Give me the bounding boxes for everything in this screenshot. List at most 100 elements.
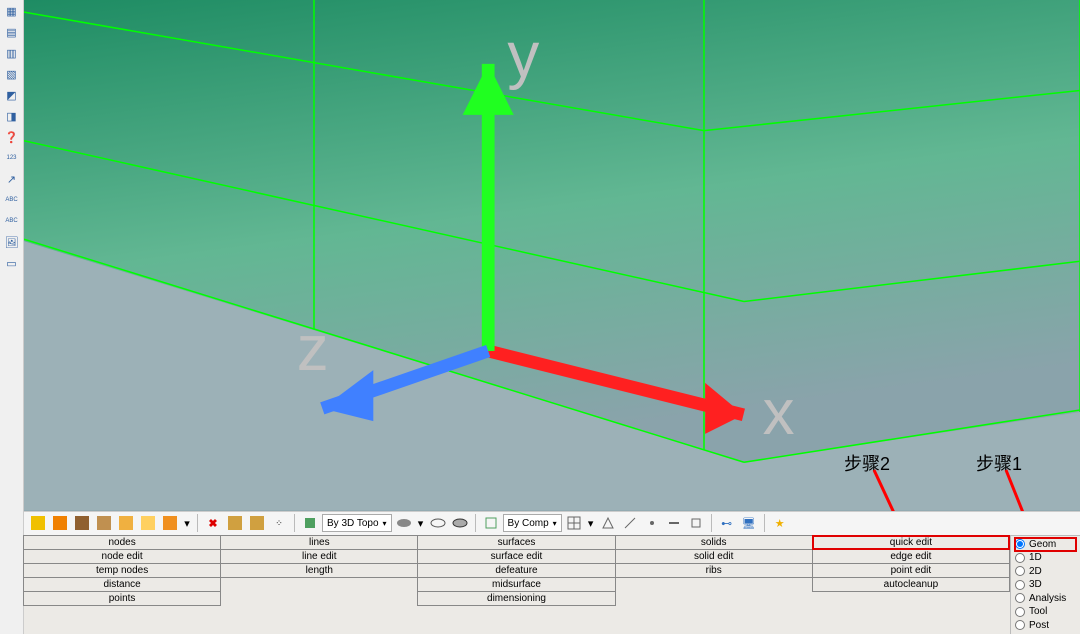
panel-ribs[interactable]: ribs [615,563,813,578]
dropdown-icon[interactable]: ▾ [182,513,192,533]
page-radio-1d[interactable]: 1D [1015,551,1076,565]
page-radio-label: Post [1029,620,1049,631]
numbers-icon[interactable]: 123 [3,149,21,167]
surface-wire2-icon[interactable] [450,513,470,533]
window-icon[interactable]: ▭ [3,254,21,272]
comp-color5-icon[interactable] [116,513,136,533]
panel-points[interactable]: points [23,591,221,606]
panel-dimensioning[interactable]: dimensioning [417,591,615,606]
svg-text:z: z [297,312,329,384]
panel-solids[interactable]: solids [615,535,813,550]
page-radio-input-3d[interactable] [1015,580,1025,590]
mesh-toggle-icon[interactable] [564,513,584,533]
panel-empty [812,591,1010,606]
comp-color7-icon[interactable] [160,513,180,533]
redo-icon[interactable] [247,513,267,533]
node-cloud-icon[interactable]: ⁘ [269,513,289,533]
page-radio-input-tool[interactable] [1015,607,1025,617]
panel-nodes[interactable]: nodes [23,535,221,550]
page-radio-label: 2D [1029,566,1042,577]
panel-empty [220,591,418,606]
panel-solid-edit[interactable]: solid edit [615,549,813,564]
svg-text:x: x [763,376,795,448]
comp-color4-icon[interactable] [94,513,114,533]
color-mode-combo[interactable]: By Comp▾ [503,514,562,532]
page-radio-input-analysis[interactable] [1015,593,1025,603]
surface-shade-icon[interactable] [394,513,414,533]
visualization-toolbar: ▾ ✖ ⁘ By 3D Topo▾ ▾ By Comp▾ ▾ ⊷ [24,511,1080,535]
panel-empty [615,577,813,592]
panel-empty [220,577,418,592]
comp-color6-icon[interactable] [138,513,158,533]
page-radio-geom[interactable]: Geom [1015,538,1076,552]
topo-icon[interactable] [300,513,320,533]
page-radio-post[interactable]: Post [1015,619,1076,633]
dropdown2-icon[interactable]: ▾ [416,513,426,533]
annotation-arrow-step1 [986,470,1056,511]
page-radio-input-post[interactable] [1015,620,1025,630]
panel-length[interactable]: length [220,563,418,578]
line-icon[interactable] [620,513,640,533]
page-radio-input-2d[interactable] [1015,566,1025,576]
panel-distance[interactable]: distance [23,577,221,592]
panel-autocleanup[interactable]: autocleanup [812,577,1010,592]
abc-down-icon[interactable]: ABC [3,212,21,230]
page-radio-2d[interactable]: 2D [1015,565,1076,579]
page-radio-analysis[interactable]: Analysis [1015,592,1076,606]
left-toolbar: ▦ ▤ ▥ ▧ ◩ ◨ ❓ 123 ↗ ABC ABC 🖼 ▭ [0,0,24,634]
comp-color3-icon[interactable] [72,513,92,533]
axis-triad: x y z [24,0,1080,511]
point-icon[interactable] [642,513,662,533]
page-radio-label: Tool [1029,606,1047,617]
page-radio-label: 3D [1029,579,1042,590]
display-icon[interactable]: 🖥 [739,513,759,533]
annotation-arrow-step2 [854,470,924,511]
panel-surface-edit[interactable]: surface edit [417,549,615,564]
main-menu-panel: nodeslinessurfacessolidsquick edit node e… [24,535,1080,634]
panel-lines[interactable]: lines [220,535,418,550]
favorite-icon[interactable]: ★ [770,513,790,533]
panel-empty [615,591,813,606]
panel-edge-edit[interactable]: edge edit [812,549,1010,564]
panel-node-edit[interactable]: node edit [23,549,221,564]
panel-quick-edit[interactable]: quick edit [812,535,1010,550]
page-radio-column: Geom 1D 2D 3D Analysis Tool Post [1010,536,1080,634]
page-radio-tool[interactable]: Tool [1015,605,1076,619]
isometric-icon[interactable]: ◩ [3,86,21,104]
panel-point-edit[interactable]: point edit [812,563,1010,578]
edge-icon[interactable] [664,513,684,533]
assembly-icon[interactable]: ▦ [3,2,21,20]
page-radio-3d[interactable]: 3D [1015,578,1076,592]
page-radio-input-1d[interactable] [1015,553,1025,563]
undo-icon[interactable] [225,513,245,533]
help-icon[interactable]: ❓ [3,128,21,146]
orient-icon[interactable]: ◨ [3,107,21,125]
abc-tag-icon[interactable]: ABC [3,191,21,209]
shrink-icon[interactable] [598,513,618,533]
page-radio-label: 1D [1029,552,1042,563]
cube-icon[interactable] [481,513,501,533]
svg-text:y: y [507,19,539,91]
image-icon[interactable]: 🖼 [3,233,21,251]
page-radio-input-geom[interactable] [1015,539,1025,549]
delete-icon[interactable]: ✖ [203,513,223,533]
model-icon[interactable]: ▥ [3,44,21,62]
panel-line-edit[interactable]: line edit [220,549,418,564]
dropdown3-icon[interactable]: ▾ [586,513,596,533]
page-radio-label: Analysis [1029,593,1066,604]
panel-temp-nodes[interactable]: temp nodes [23,563,221,578]
comp-color1-icon[interactable] [28,513,48,533]
components-icon[interactable]: ▤ [3,23,21,41]
connector-icon[interactable]: ⊷ [717,513,737,533]
surface-wire-icon[interactable] [428,513,448,533]
panel-defeature[interactable]: defeature [417,563,615,578]
vector-icon[interactable]: ↗ [3,170,21,188]
page-radio-label: Geom [1029,539,1056,550]
card-icon[interactable]: ▧ [3,65,21,83]
comp-color2-icon[interactable] [50,513,70,533]
panel-midsurface[interactable]: midsurface [417,577,615,592]
panel-surfaces[interactable]: surfaces [417,535,615,550]
viewport-3d[interactable]: x y z 步骤2 步骤1 [24,0,1080,511]
box-icon[interactable] [686,513,706,533]
topology-mode-combo[interactable]: By 3D Topo▾ [322,514,392,532]
